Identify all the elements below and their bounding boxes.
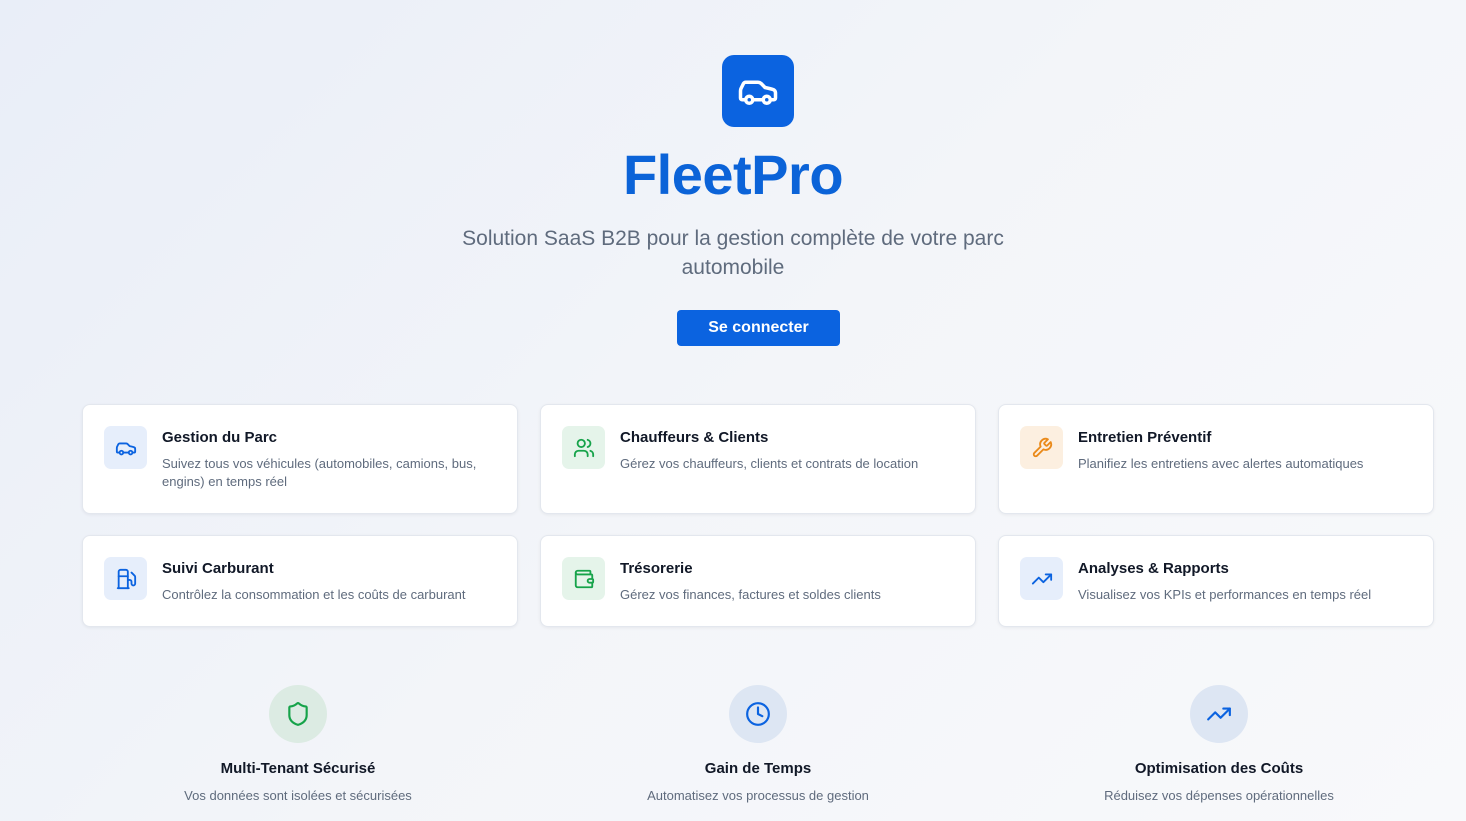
benefit-icon-circle: [269, 685, 327, 743]
benefit-time: Gain de Temps Automatisez vos processus …: [558, 685, 958, 803]
trending-up-icon: [1031, 573, 1052, 584]
benefit-security: Multi-Tenant Sécurisé Vos données sont i…: [98, 685, 498, 803]
clock-icon: [746, 702, 770, 726]
feature-card-fuel: Suivi Carburant Contrôlez la consommatio…: [82, 535, 518, 627]
card-icon-box: [1020, 557, 1063, 600]
login-button[interactable]: Se connecter: [677, 310, 840, 346]
car-icon: [738, 80, 778, 105]
card-icon-box: [104, 426, 147, 469]
benefit-icon-circle: [729, 685, 787, 743]
feature-card-fleet: Gestion du Parc Suivez tous vos véhicule…: [82, 404, 518, 514]
users-icon: [573, 438, 594, 457]
benefit-icon-circle: [1190, 685, 1248, 743]
wallet-icon: [574, 569, 594, 588]
card-title: Trésorerie: [620, 560, 693, 577]
benefit-description: Automatisez vos processus de gestion: [647, 788, 869, 803]
card-title: Gestion du Parc: [162, 429, 278, 446]
brand-logo: [722, 55, 794, 127]
card-icon-box: [104, 557, 147, 600]
car-icon: [115, 442, 136, 455]
card-title: Analyses & Rapports: [1078, 560, 1229, 577]
feature-card-treasury: Trésorerie Gérez vos finances, factures …: [540, 535, 976, 627]
card-title: Suivi Carburant: [162, 560, 274, 577]
card-description: Suivez tous vos véhicules (automobiles, …: [162, 456, 477, 489]
benefit-cost: Optimisation des Coûts Réduisez vos dépe…: [1019, 685, 1419, 803]
benefit-title: Gain de Temps: [704, 760, 812, 777]
card-description: Visualisez vos KPIs et performances en t…: [1078, 587, 1372, 602]
feature-card-maintenance: Entretien Préventif Planifiez les entret…: [998, 404, 1434, 514]
tagline: Solution SaaS B2B pour la gestion complè…: [462, 227, 1004, 279]
card-description: Contrôlez la consommation et les coûts d…: [162, 587, 466, 602]
benefit-description: Réduisez vos dépenses opérationnelles: [1104, 788, 1334, 803]
card-description: Planifiez les entretiens avec alertes au…: [1078, 456, 1364, 471]
card-description: Gérez vos chauffeurs, clients et contrat…: [620, 456, 919, 471]
benefit-title: Multi-Tenant Sécurisé: [220, 760, 376, 777]
brand-title: FleetPro: [622, 143, 844, 206]
trending-up-icon: [1207, 707, 1231, 721]
card-title: Entretien Préventif: [1078, 429, 1212, 446]
feature-card-drivers: Chauffeurs & Clients Gérez vos chauffeur…: [540, 404, 976, 514]
card-title: Chauffeurs & Clients: [620, 429, 769, 446]
card-icon-box: [562, 557, 605, 600]
shield-icon: [288, 702, 308, 726]
feature-card-analytics: Analyses & Rapports Visualisez vos KPIs …: [998, 535, 1434, 627]
card-icon-box: [1020, 426, 1063, 469]
benefit-title: Optimisation des Coûts: [1134, 760, 1304, 777]
card-description: Gérez vos finances, factures et soldes c…: [620, 587, 881, 602]
fuel-icon: [116, 568, 136, 589]
wrench-icon: [1032, 437, 1052, 457]
card-icon-box: [562, 426, 605, 469]
benefit-description: Vos données sont isolées et sécurisées: [184, 788, 412, 803]
